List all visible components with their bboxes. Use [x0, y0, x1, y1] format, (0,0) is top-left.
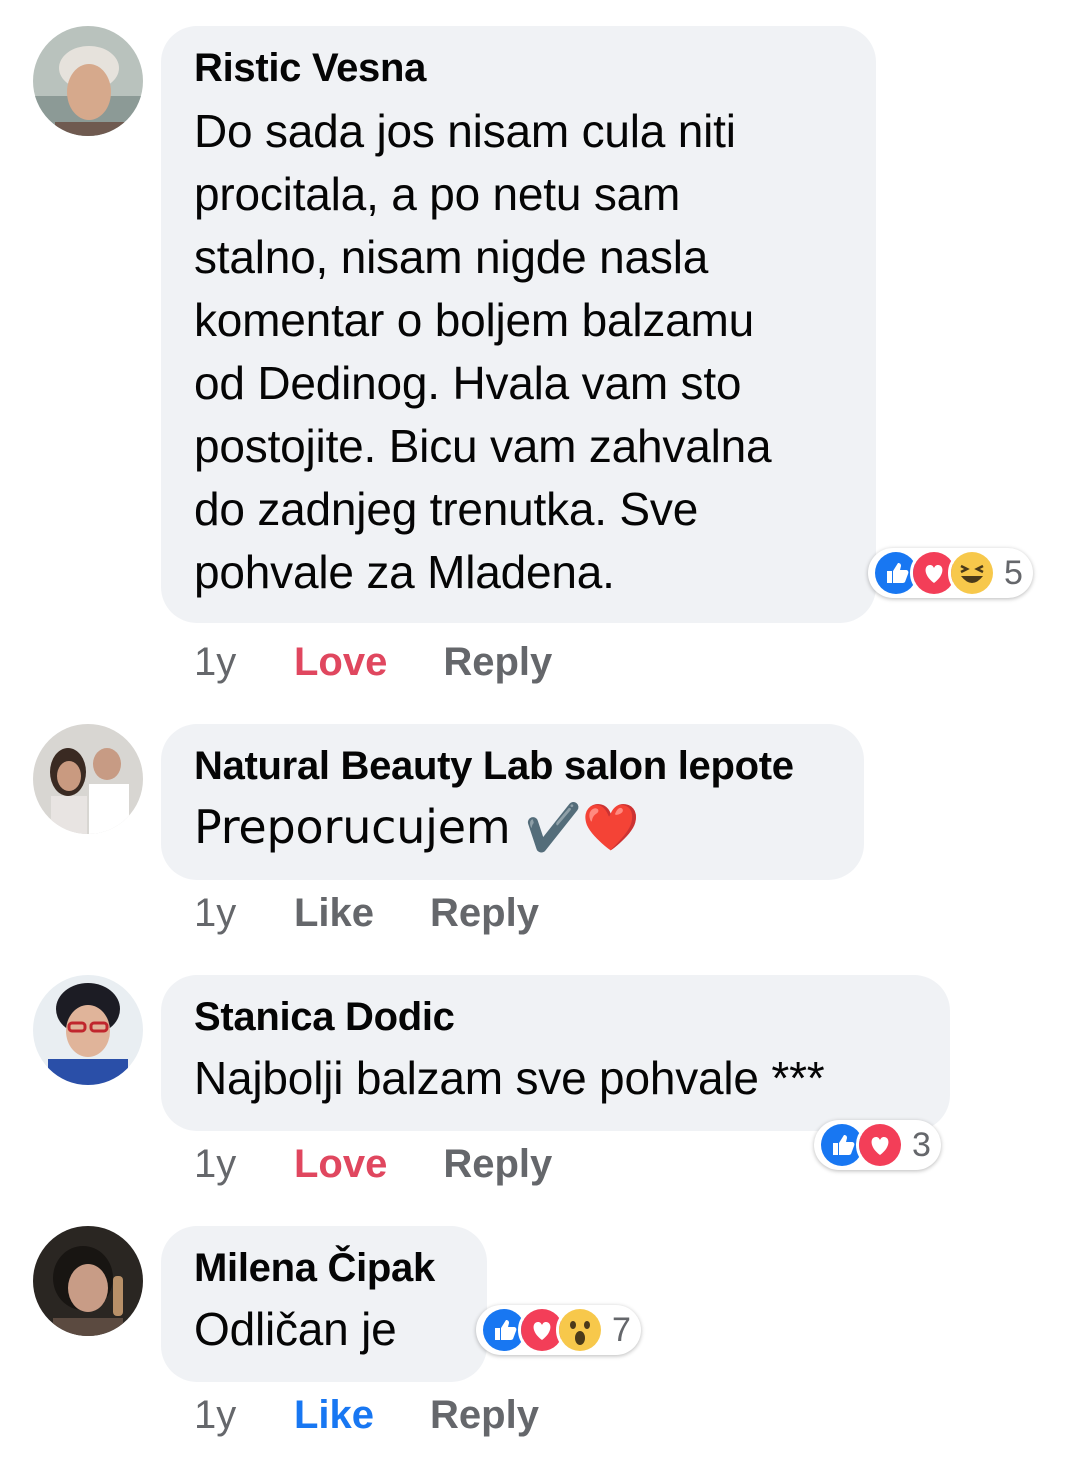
- comment-text: Preporucujem ✔️❤️: [194, 800, 640, 854]
- comment-age[interactable]: 1y: [194, 1391, 294, 1439]
- reply-button[interactable]: Reply: [443, 1140, 552, 1188]
- love-icon: [856, 1121, 904, 1169]
- comment-bubble: Stanica Dodic Najbolji balzam sve pohval…: [161, 975, 950, 1131]
- comment-author[interactable]: Milena Čipak: [194, 1244, 454, 1292]
- reply-button[interactable]: Reply: [430, 889, 539, 937]
- love-button[interactable]: Love: [294, 1140, 387, 1188]
- comment-bubble: Milena Čipak Odličan je: [161, 1226, 487, 1382]
- comment-author[interactable]: Ristic Vesna: [194, 44, 843, 92]
- comment-text: Odličan je: [194, 1303, 397, 1355]
- reactions-summary[interactable]: 7: [476, 1305, 641, 1355]
- reply-button[interactable]: Reply: [443, 638, 552, 686]
- love-button[interactable]: Love: [294, 638, 387, 686]
- comment-bubble: Ristic Vesna Do sada jos nisam cula niti…: [161, 26, 876, 623]
- comment-actions: 1y Like Reply: [194, 889, 595, 937]
- comment-bubble: Natural Beauty Lab salon lepote Preporuc…: [161, 724, 864, 880]
- reactions-summary[interactable]: 5: [868, 548, 1033, 598]
- reaction-count: 5: [1004, 553, 1023, 592]
- reaction-count: 7: [612, 1310, 631, 1349]
- comment-age[interactable]: 1y: [194, 638, 294, 686]
- comment-actions: 1y Love Reply: [194, 638, 608, 686]
- haha-icon: [948, 549, 996, 597]
- avatar[interactable]: [33, 26, 143, 136]
- comment-text: Do sada jos nisam cula niti procitala, a…: [194, 105, 772, 598]
- like-button[interactable]: Like: [294, 889, 374, 937]
- comment-actions: 1y Love Reply: [194, 1140, 608, 1188]
- reaction-count: 3: [912, 1125, 931, 1164]
- avatar[interactable]: [33, 724, 143, 834]
- comment-author[interactable]: Stanica Dodic: [194, 993, 917, 1041]
- comment-text: Najbolji balzam sve pohvale ***: [194, 1052, 825, 1104]
- comment-age[interactable]: 1y: [194, 889, 294, 937]
- avatar[interactable]: [33, 975, 143, 1085]
- comment-age[interactable]: 1y: [194, 1140, 294, 1188]
- wow-icon: [556, 1306, 604, 1354]
- avatar[interactable]: [33, 1226, 143, 1336]
- comment-author[interactable]: Natural Beauty Lab salon lepote: [194, 742, 831, 790]
- like-button[interactable]: Like: [294, 1391, 374, 1439]
- reply-button[interactable]: Reply: [430, 1391, 539, 1439]
- comment-actions: 1y Like Reply: [194, 1391, 595, 1439]
- reactions-summary[interactable]: 3: [814, 1120, 941, 1170]
